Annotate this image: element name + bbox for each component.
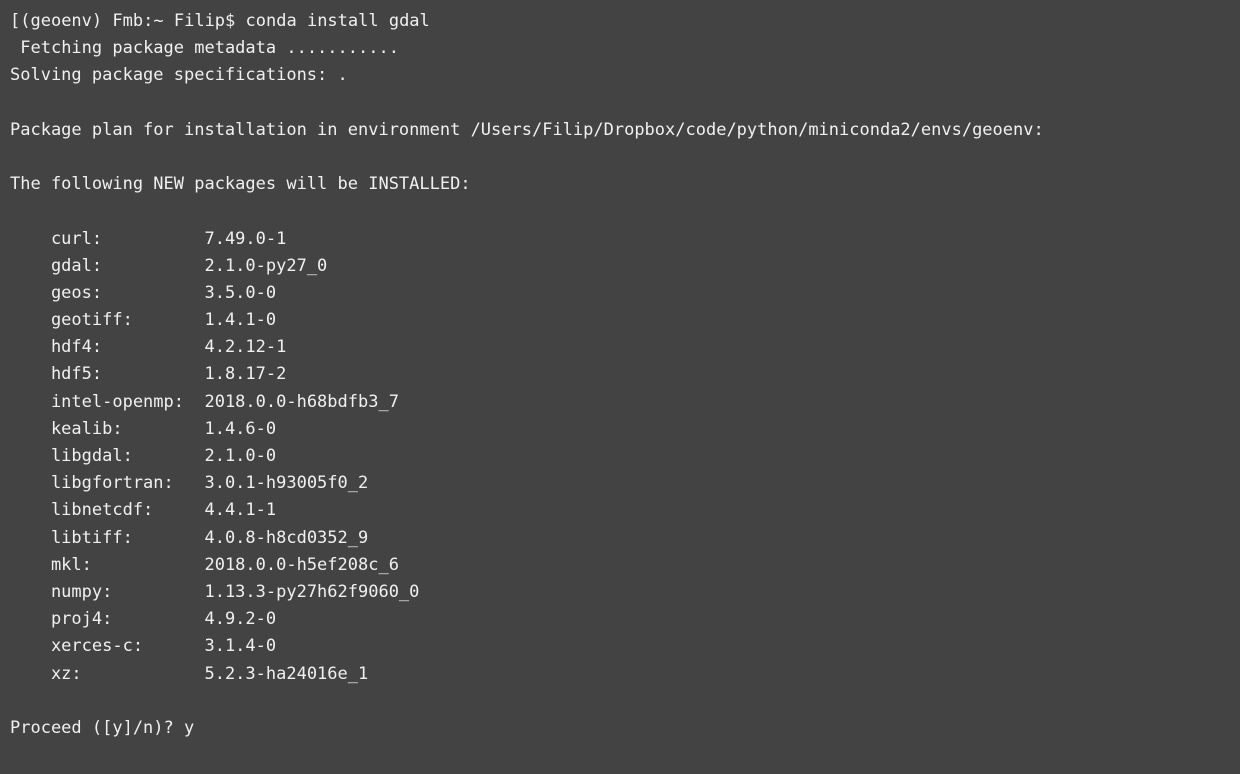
package-version: 5.2.3-ha24016e_1 xyxy=(204,664,368,684)
package-row: geotiff: 1.4.1-0 xyxy=(51,307,1230,334)
proceed-line[interactable]: Proceed ([y]/n)? y xyxy=(10,715,1230,742)
package-row: xz: 5.2.3-ha24016e_1 xyxy=(51,661,1230,688)
package-name: geos: xyxy=(51,280,194,307)
package-version: 7.49.0-1 xyxy=(204,229,286,249)
blank-line xyxy=(10,90,1230,117)
package-row: libtiff: 4.0.8-h8cd0352_9 xyxy=(51,525,1230,552)
package-version: 4.9.2-0 xyxy=(204,609,276,629)
package-name: hdf5: xyxy=(51,361,194,388)
package-version: 2018.0.0-h5ef208c_6 xyxy=(204,555,398,575)
path: ~ xyxy=(153,11,163,31)
package-name: proj4: xyxy=(51,606,194,633)
package-row: geos: 3.5.0-0 xyxy=(51,280,1230,307)
package-version: 1.4.6-0 xyxy=(204,419,276,439)
package-row: curl: 7.49.0-1 xyxy=(51,226,1230,253)
package-name: geotiff: xyxy=(51,307,194,334)
proceed-answer[interactable]: y xyxy=(184,718,194,738)
bracket-open: [ xyxy=(10,11,20,31)
package-version: 2.1.0-0 xyxy=(204,446,276,466)
package-row: intel-openmp: 2018.0.0-h68bdfb3_7 xyxy=(51,389,1230,416)
solving-line: Solving package specifications: . xyxy=(10,62,1230,89)
package-row: libgfortran: 3.0.1-h93005f0_2 xyxy=(51,470,1230,497)
package-row: numpy: 1.13.3-py27h62f9060_0 xyxy=(51,579,1230,606)
blank-line xyxy=(10,198,1230,225)
dollar-sign: $ xyxy=(225,11,235,31)
package-row: kealib: 1.4.6-0 xyxy=(51,416,1230,443)
package-name: libgfortran: xyxy=(51,470,194,497)
package-name: mkl: xyxy=(51,552,194,579)
fetching-line: Fetching package metadata ........... xyxy=(10,35,1230,62)
package-row: mkl: 2018.0.0-h5ef208c_6 xyxy=(51,552,1230,579)
package-name: gdal: xyxy=(51,253,194,280)
package-version: 2018.0.0-h68bdfb3_7 xyxy=(204,392,398,412)
separator: : xyxy=(143,11,153,31)
package-row: hdf4: 4.2.12-1 xyxy=(51,334,1230,361)
env-name: (geoenv) xyxy=(20,11,102,31)
package-row: hdf5: 1.8.17-2 xyxy=(51,361,1230,388)
package-plan-line: Package plan for installation in environ… xyxy=(10,117,1230,144)
package-version: 1.4.1-0 xyxy=(204,310,276,330)
blank-line xyxy=(10,144,1230,171)
command-input[interactable]: conda install gdal xyxy=(246,11,430,31)
package-name: libtiff: xyxy=(51,525,194,552)
terminal-prompt-line: [(geoenv) Fmb:~ Filip$ conda install gda… xyxy=(10,8,1230,35)
packages-list: curl: 7.49.0-1gdal: 2.1.0-py27_0geos: 3.… xyxy=(10,226,1230,688)
package-version: 1.13.3-py27h62f9060_0 xyxy=(204,582,419,602)
package-name: numpy: xyxy=(51,579,194,606)
package-name: libgdal: xyxy=(51,443,194,470)
package-version: 3.1.4-0 xyxy=(204,636,276,656)
package-version: 4.2.12-1 xyxy=(204,337,286,357)
package-version: 4.0.8-h8cd0352_9 xyxy=(204,528,368,548)
package-name: xz: xyxy=(51,661,194,688)
proceed-prompt: Proceed ([y]/n)? xyxy=(10,718,174,738)
package-row: xerces-c: 3.1.4-0 xyxy=(51,633,1230,660)
package-version: 3.5.0-0 xyxy=(204,283,276,303)
package-row: gdal: 2.1.0-py27_0 xyxy=(51,253,1230,280)
hostname: Fmb xyxy=(112,11,143,31)
package-name: libnetcdf: xyxy=(51,497,194,524)
blank-line xyxy=(10,688,1230,715)
package-name: kealib: xyxy=(51,416,194,443)
package-version: 2.1.0-py27_0 xyxy=(204,256,327,276)
username: Filip xyxy=(174,11,225,31)
package-row: libgdal: 2.1.0-0 xyxy=(51,443,1230,470)
new-packages-header: The following NEW packages will be INSTA… xyxy=(10,171,1230,198)
package-version: 3.0.1-h93005f0_2 xyxy=(204,473,368,493)
package-version: 1.8.17-2 xyxy=(204,364,286,384)
package-name: intel-openmp: xyxy=(51,389,194,416)
package-name: xerces-c: xyxy=(51,633,194,660)
package-row: libnetcdf: 4.4.1-1 xyxy=(51,497,1230,524)
package-name: hdf4: xyxy=(51,334,194,361)
package-row: proj4: 4.9.2-0 xyxy=(51,606,1230,633)
package-name: curl: xyxy=(51,226,194,253)
package-version: 4.4.1-1 xyxy=(204,500,276,520)
